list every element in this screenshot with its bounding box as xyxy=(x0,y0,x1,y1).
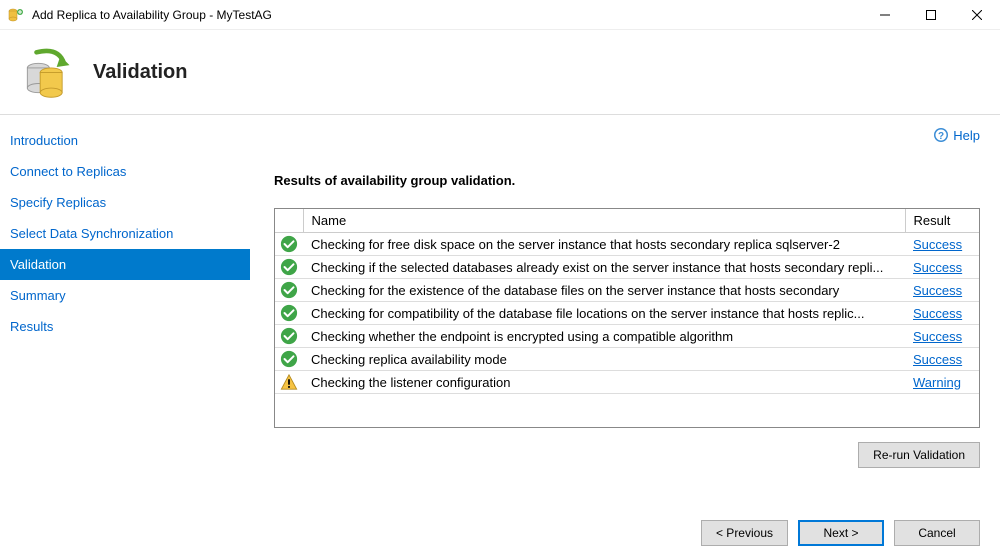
header-icon xyxy=(20,45,75,100)
success-icon xyxy=(275,279,303,302)
window-controls xyxy=(862,0,1000,30)
next-button[interactable]: Next > xyxy=(798,520,884,546)
result-link[interactable]: Success xyxy=(913,260,962,275)
sidebar-item-select-data-sync[interactable]: Select Data Synchronization xyxy=(0,218,250,249)
result-link[interactable]: Success xyxy=(913,306,962,321)
content-area: Introduction Connect to Replicas Specify… xyxy=(0,115,1000,508)
validation-check-name: Checking for compatibility of the databa… xyxy=(303,302,905,325)
table-header-row: Name Result xyxy=(275,209,979,233)
maximize-button[interactable] xyxy=(908,0,954,30)
column-header-result: Result xyxy=(905,209,979,233)
sidebar-item-specify-replicas[interactable]: Specify Replicas xyxy=(0,187,250,218)
column-header-name: Name xyxy=(303,209,905,233)
success-icon xyxy=(275,325,303,348)
table-row: Checking if the selected databases alrea… xyxy=(275,256,979,279)
table-row: Checking replica availability mode Succes… xyxy=(275,348,979,371)
table-row: Checking for free disk space on the serv… xyxy=(275,233,979,256)
validation-result-cell: Success xyxy=(905,302,979,325)
validation-check-name: Checking the listener configuration xyxy=(303,371,905,394)
svg-text:?: ? xyxy=(938,131,944,142)
result-link[interactable]: Success xyxy=(913,237,962,252)
validation-check-name: Checking whether the endpoint is encrypt… xyxy=(303,325,905,348)
page-title: Validation xyxy=(93,61,187,84)
sidebar-item-label: Select Data Synchronization xyxy=(10,226,173,241)
success-icon xyxy=(275,256,303,279)
help-row: ? Help xyxy=(274,127,980,143)
validation-check-name: Checking for free disk space on the serv… xyxy=(303,233,905,256)
rerun-row: Re-run Validation xyxy=(274,442,980,468)
validation-result-cell: Success xyxy=(905,279,979,302)
sidebar-item-summary[interactable]: Summary xyxy=(0,280,250,311)
table-row: Checking for compatibility of the databa… xyxy=(275,302,979,325)
validation-check-name: Checking replica availability mode xyxy=(303,348,905,371)
help-link[interactable]: Help xyxy=(953,128,980,143)
wizard-sidebar: Introduction Connect to Replicas Specify… xyxy=(0,115,250,508)
validation-result-cell: Success xyxy=(905,348,979,371)
help-icon: ? xyxy=(933,127,949,143)
validation-result-cell: Success xyxy=(905,325,979,348)
validation-check-name: Checking for the existence of the databa… xyxy=(303,279,905,302)
success-icon xyxy=(275,302,303,325)
sidebar-item-label: Validation xyxy=(10,257,66,272)
sidebar-item-label: Specify Replicas xyxy=(10,195,106,210)
table-row: Checking the listener configuration Warni… xyxy=(275,371,979,394)
rerun-validation-button[interactable]: Re-run Validation xyxy=(858,442,980,468)
validation-table: Name Result Checking for free disk space… xyxy=(275,209,979,394)
warning-icon xyxy=(275,371,303,394)
previous-button[interactable]: < Previous xyxy=(701,520,788,546)
validation-table-container: Name Result Checking for free disk space… xyxy=(274,208,980,428)
maximize-icon xyxy=(926,10,936,20)
titlebar: Add Replica to Availability Group - MyTe… xyxy=(0,0,1000,30)
sidebar-item-results[interactable]: Results xyxy=(0,311,250,342)
page-header: Validation xyxy=(0,30,1000,115)
table-row: Checking for the existence of the databa… xyxy=(275,279,979,302)
sidebar-item-label: Summary xyxy=(10,288,66,303)
cancel-button[interactable]: Cancel xyxy=(894,520,980,546)
close-icon xyxy=(972,10,982,20)
result-link[interactable]: Success xyxy=(913,352,962,367)
table-row: Checking whether the endpoint is encrypt… xyxy=(275,325,979,348)
results-title: Results of availability group validation… xyxy=(274,173,980,188)
app-icon xyxy=(8,7,24,23)
validation-result-cell: Success xyxy=(905,256,979,279)
validation-check-name: Checking if the selected databases alrea… xyxy=(303,256,905,279)
minimize-button[interactable] xyxy=(862,0,908,30)
close-button[interactable] xyxy=(954,0,1000,30)
success-icon xyxy=(275,233,303,256)
result-link[interactable]: Success xyxy=(913,283,962,298)
sidebar-item-label: Results xyxy=(10,319,53,334)
sidebar-item-introduction[interactable]: Introduction xyxy=(0,125,250,156)
validation-result-cell: Warning xyxy=(905,371,979,394)
column-header-icon xyxy=(275,209,303,233)
minimize-icon xyxy=(880,10,890,20)
sidebar-item-validation[interactable]: Validation xyxy=(0,249,250,280)
main-panel: ? Help Results of availability group val… xyxy=(250,115,1000,508)
result-link[interactable]: Success xyxy=(913,329,962,344)
result-link[interactable]: Warning xyxy=(913,375,961,390)
sidebar-item-label: Connect to Replicas xyxy=(10,164,126,179)
validation-result-cell: Success xyxy=(905,233,979,256)
sidebar-item-label: Introduction xyxy=(10,133,78,148)
success-icon xyxy=(275,348,303,371)
sidebar-item-connect-replicas[interactable]: Connect to Replicas xyxy=(0,156,250,187)
window-title: Add Replica to Availability Group - MyTe… xyxy=(32,8,862,22)
wizard-footer: < Previous Next > Cancel xyxy=(0,508,1000,560)
